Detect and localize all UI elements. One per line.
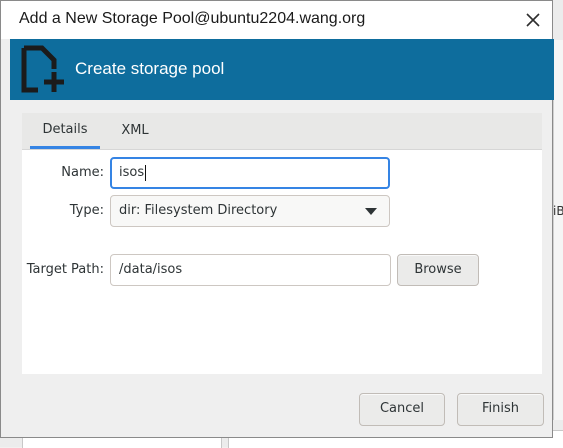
finish-button[interactable]: Finish <box>457 393 544 426</box>
background-panel-edge <box>553 40 563 420</box>
name-input-value: isos <box>119 165 145 180</box>
name-label: Name: <box>61 165 104 180</box>
dialog-titlebar: Add a New Storage Pool@ubuntu2204.wang.o… <box>1 1 552 39</box>
text-cursor <box>145 164 147 181</box>
header-title: Create storage pool <box>75 59 225 78</box>
target-path-input[interactable]: /data/isos <box>110 254 391 286</box>
close-button[interactable] <box>519 7 547 33</box>
background-edge-text: iB <box>553 204 563 218</box>
name-input[interactable]: isos <box>110 157 390 189</box>
tab-xml[interactable]: XML <box>110 113 160 148</box>
add-storage-pool-dialog: Add a New Storage Pool@ubuntu2204.wang.o… <box>0 0 554 438</box>
type-dropdown[interactable]: dir: Filesystem Directory <box>110 195 390 227</box>
tab-details[interactable]: Details <box>30 113 100 149</box>
dialog-title: Add a New Storage Pool@ubuntu2204.wang.o… <box>19 10 366 27</box>
new-storage-icon <box>21 45 64 93</box>
type-label: Type: <box>69 203 104 218</box>
target-path-label: Target Path: <box>26 262 104 277</box>
cancel-button[interactable]: Cancel <box>359 393 445 426</box>
target-path-value: /data/isos <box>119 262 183 277</box>
tab-bar: Details XML <box>22 113 542 150</box>
dropdown-arrow-icon <box>365 208 377 215</box>
wizard-header: Create storage pool <box>10 39 554 100</box>
close-icon <box>526 13 540 27</box>
browse-button[interactable]: Browse <box>397 254 479 286</box>
type-dropdown-value: dir: Filesystem Directory <box>119 203 278 218</box>
details-notebook: Details XML Name: isos Type: dir: Filesy… <box>22 113 542 374</box>
